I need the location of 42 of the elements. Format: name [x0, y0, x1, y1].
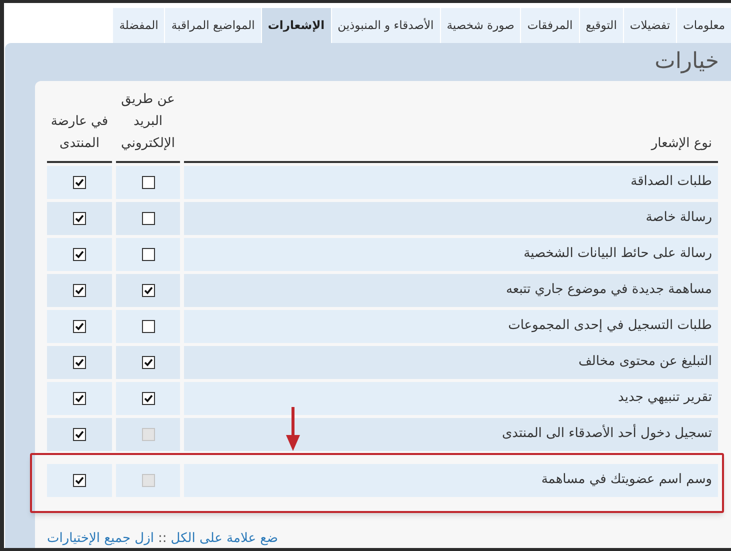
tab[interactable]: التوقيع: [578, 8, 623, 43]
separator: ::: [158, 530, 167, 548]
checkbox[interactable]: [73, 176, 86, 188]
tab[interactable]: الأصدقاء و المنبوذين: [330, 8, 440, 43]
notification-type: وسم اسم عضويتك في مساهمة: [541, 471, 712, 490]
tab[interactable]: الإشعارات: [260, 8, 331, 43]
notification-type: رسالة على حائط البيانات الشخصية: [524, 245, 712, 264]
checkbox[interactable]: [142, 212, 154, 224]
checkbox[interactable]: [142, 356, 154, 368]
clear-all-link[interactable]: ازل جميع الإختيارات: [47, 528, 154, 548]
checkbox[interactable]: [142, 248, 154, 260]
notification-type: طلبات الصداقة: [630, 173, 712, 192]
column-header: في عارضة المنتدى: [50, 114, 108, 150]
tab[interactable]: تفضيلات: [622, 8, 676, 43]
check-all-link[interactable]: ضع علامة على الكل: [170, 528, 278, 548]
column-header: عن طريق البريد الإلكتروني: [121, 92, 175, 150]
notification-type: تسجيل دخول أحد الأصدقاء الى المنتدى: [502, 424, 712, 444]
checkbox[interactable]: [142, 176, 154, 188]
checkbox[interactable]: [142, 392, 154, 404]
notification-type: مساهمة جديدة في موضوع جاري تتبعه: [506, 281, 712, 300]
checkbox[interactable]: [73, 474, 86, 486]
checkbox[interactable]: [142, 284, 154, 296]
panel-title: خيارات: [654, 48, 719, 76]
notification-type: تقرير تنبيهي جديد: [618, 389, 712, 408]
checkbox[interactable]: [73, 356, 86, 368]
checkbox[interactable]: [73, 320, 86, 332]
checkbox[interactable]: [73, 392, 86, 404]
checkbox[interactable]: [142, 320, 154, 332]
column-header: نوع الإشعار: [651, 136, 712, 150]
checkbox[interactable]: [73, 428, 86, 440]
tab[interactable]: المرفقات: [520, 8, 579, 43]
tab[interactable]: المواضيع المراقبة: [164, 8, 261, 43]
checkbox[interactable]: [73, 284, 86, 296]
notification-type: طلبات التسجيل في إحدى المجموعات: [508, 317, 712, 336]
checkbox[interactable]: [73, 212, 86, 224]
notification-type: التبليغ عن محتوى مخالف: [578, 353, 712, 372]
notification-type: رسالة خاصة: [646, 209, 712, 228]
checkbox[interactable]: [73, 248, 86, 260]
arrow-icon: [286, 406, 300, 450]
tab[interactable]: المفضلة: [112, 8, 164, 43]
tab[interactable]: معلومات: [676, 8, 731, 43]
tab[interactable]: صورة شخصية: [440, 8, 520, 43]
